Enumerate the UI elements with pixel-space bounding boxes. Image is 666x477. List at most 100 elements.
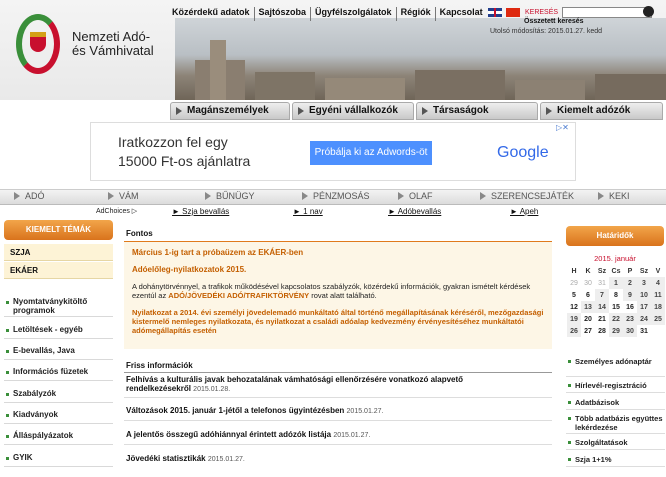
right-item-tax-calendar[interactable]: Személyes adónaptár (566, 357, 665, 377)
headline-advance-tax[interactable]: Adóelőleg-nyilatkozatok 2015. (132, 265, 246, 274)
calendar-day: 29 (570, 279, 578, 287)
top-link-regions[interactable]: Régiók (397, 7, 436, 21)
calendar-day[interactable]: 20 (581, 313, 595, 325)
bullet-icon (568, 458, 571, 461)
sidebar-item-form-programs[interactable]: Nyomtatványkitöltő programok (4, 297, 113, 317)
calendar-day[interactable]: 29 (609, 325, 623, 337)
search-icon[interactable] (643, 6, 654, 17)
secnav-tax[interactable]: ADÓ (14, 191, 45, 201)
headline-declaration[interactable]: Nyilatkozat a 2014. évi személyi jövedel… (132, 308, 548, 335)
news-title[interactable]: Felhívás a kulturális javak behozatalána… (126, 375, 463, 393)
calendar-day[interactable]: 4 (651, 277, 665, 289)
sidebar-item-info-booklets[interactable]: Információs füzetek (4, 367, 113, 381)
quick-link-nav[interactable]: ► 1 nav (293, 207, 323, 216)
secnav-olaf[interactable]: OLAF (398, 191, 433, 201)
tab-companies[interactable]: Társaságok (416, 102, 538, 120)
news-date: 2015.01.27. (333, 432, 371, 439)
news-item[interactable]: Jövedéki statisztikák 2015.01.27. (126, 454, 506, 464)
calendar-day[interactable]: 8 (609, 289, 623, 301)
calendar-day[interactable]: 15 (609, 301, 623, 313)
top-navigation: Közérdekű adatok Sajtószoba Ügyfélszolgá… (168, 7, 487, 21)
arrow-right-icon (398, 192, 404, 200)
ad-cta-button[interactable]: Próbálja ki az Adwords-öt (310, 141, 432, 165)
quick-link-apeh[interactable]: ► Apeh (510, 207, 538, 216)
calendar-day[interactable]: 30 (623, 325, 637, 337)
advanced-search-link[interactable]: Összetett keresés (524, 18, 584, 25)
calendar-day[interactable]: 14 (595, 301, 609, 313)
calendar-day[interactable]: 7 (595, 289, 609, 301)
right-item-newsletter[interactable]: Hírlevél-regisztráció (566, 381, 665, 393)
calendar-day[interactable]: 21 (595, 313, 609, 325)
calendar-day[interactable]: 6 (581, 289, 595, 301)
china-flag-icon[interactable] (506, 8, 520, 17)
sidebar-item-downloads[interactable]: Letöltések - egyéb (4, 325, 113, 339)
tab-private-persons[interactable]: Magánszemélyek (170, 102, 290, 120)
calendar-day[interactable]: 16 (623, 301, 637, 313)
secnav-keki[interactable]: KEKI (598, 191, 630, 201)
featured-item-ekaer[interactable]: EKÁER (4, 262, 113, 279)
secnav-gambling[interactable]: SZERENCSEJÁTÉK (480, 191, 574, 201)
featured-item-szja[interactable]: SZJA (4, 244, 113, 261)
calendar-day[interactable]: 23 (623, 313, 637, 325)
tab-label: Egyéni vállalkozók (309, 105, 398, 116)
calendar-day[interactable]: 5 (567, 289, 581, 301)
adchoices-link[interactable]: AdChoices ▷ (96, 207, 137, 215)
top-link-public-data[interactable]: Közérdekű adatok (168, 7, 255, 21)
sidebar-item-jobs[interactable]: Álláspályázatok (4, 431, 113, 445)
secnav-money-laundering[interactable]: PÉNZMOSÁS (302, 191, 370, 201)
quick-link-tax-return[interactable]: ► Adóbevallás (388, 207, 441, 216)
right-item-szja-1-1[interactable]: Szja 1+1% (566, 455, 665, 467)
news-item[interactable]: A jelentős összegű adóhiánnyal érintett … (126, 430, 506, 440)
tab-label: Kiemelt adózók (557, 105, 631, 116)
uk-flag-icon[interactable] (488, 8, 502, 17)
tab-key-taxpayers[interactable]: Kiemelt adózók (540, 102, 663, 120)
right-item-services[interactable]: Szolgáltatások (566, 438, 665, 450)
secnav-customs[interactable]: VÁM (108, 191, 139, 201)
tab-sole-traders[interactable]: Egyéni vállalkozók (292, 102, 414, 120)
calendar-day[interactable]: 19 (567, 313, 581, 325)
top-link-contact[interactable]: Kapcsolat (436, 7, 487, 21)
sidebar-item-regulations[interactable]: Szabályzók (4, 389, 113, 403)
sidebar-item-faq[interactable]: GYIK (4, 453, 113, 467)
calendar-day[interactable]: 12 (567, 301, 581, 313)
news-title[interactable]: A jelentős összegű adóhiánnyal érintett … (126, 430, 331, 439)
sidebar-item-publications[interactable]: Kiadványok (4, 410, 113, 424)
secnav-label: VÁM (119, 191, 139, 201)
secnav-crime[interactable]: BŰNÜGY (205, 191, 255, 201)
search-input[interactable] (562, 7, 652, 18)
last-modified: Utolsó módosítás: 2015.01.27. kedd (490, 28, 603, 35)
calendar-day[interactable]: 2 (623, 277, 637, 289)
calendar-day[interactable]: 25 (651, 313, 665, 325)
right-item-databases[interactable]: Adatbázisok (566, 398, 665, 410)
calendar-day[interactable]: 17 (637, 301, 651, 313)
news-item[interactable]: Felhívás a kulturális javak behozatalána… (126, 375, 506, 394)
top-link-customer-service[interactable]: Ügyfélszolgálatok (311, 7, 397, 21)
right-item-multi-database[interactable]: Több adatbázis együttes lekérdezése (566, 414, 665, 434)
calendar-day[interactable]: 31 (637, 325, 651, 337)
tab-label: Társaságok (433, 105, 489, 116)
weekday-label: V (655, 267, 661, 275)
calendar-day[interactable]: 9 (623, 289, 637, 301)
calendar-day[interactable]: 13 (581, 301, 595, 313)
calendar-day[interactable]: 22 (609, 313, 623, 325)
calendar-day[interactable]: 26 (567, 325, 581, 337)
ad-close-icon[interactable]: ▷✕ (556, 123, 569, 132)
sidebar-item-ebevallas[interactable]: E-bevallás, Java (4, 346, 113, 360)
calendar-day[interactable]: 1 (609, 277, 623, 289)
calendar-day[interactable]: 3 (637, 277, 651, 289)
top-link-press[interactable]: Sajtószoba (255, 7, 312, 21)
deadlines-header: Határidők (566, 226, 664, 246)
calendar-day[interactable]: 24 (637, 313, 651, 325)
news-title[interactable]: Jövedéki statisztikák (126, 454, 206, 463)
calendar-day[interactable]: 10 (637, 289, 651, 301)
headline-ekaer[interactable]: Március 1-ig tart a próbaüzem az EKÁER-b… (132, 248, 303, 257)
calendar-day[interactable]: 18 (651, 301, 665, 313)
quick-link-szja[interactable]: ► Szja bevallás (172, 207, 229, 216)
news-date: 2015.01.27. (207, 456, 245, 463)
calendar-day[interactable]: 27 (581, 325, 595, 337)
calendar-day[interactable]: 11 (651, 289, 665, 301)
calendar-day[interactable]: 28 (595, 325, 609, 337)
news-item[interactable]: Változások 2015. január 1-jétől a telefo… (126, 406, 506, 416)
news-title[interactable]: Változások 2015. január 1-jétől a telefo… (126, 406, 344, 415)
notice-link[interactable]: ADÓ/JÖVEDÉKI ADÓ/TRAFIKTÖRVÉNY (168, 291, 309, 300)
